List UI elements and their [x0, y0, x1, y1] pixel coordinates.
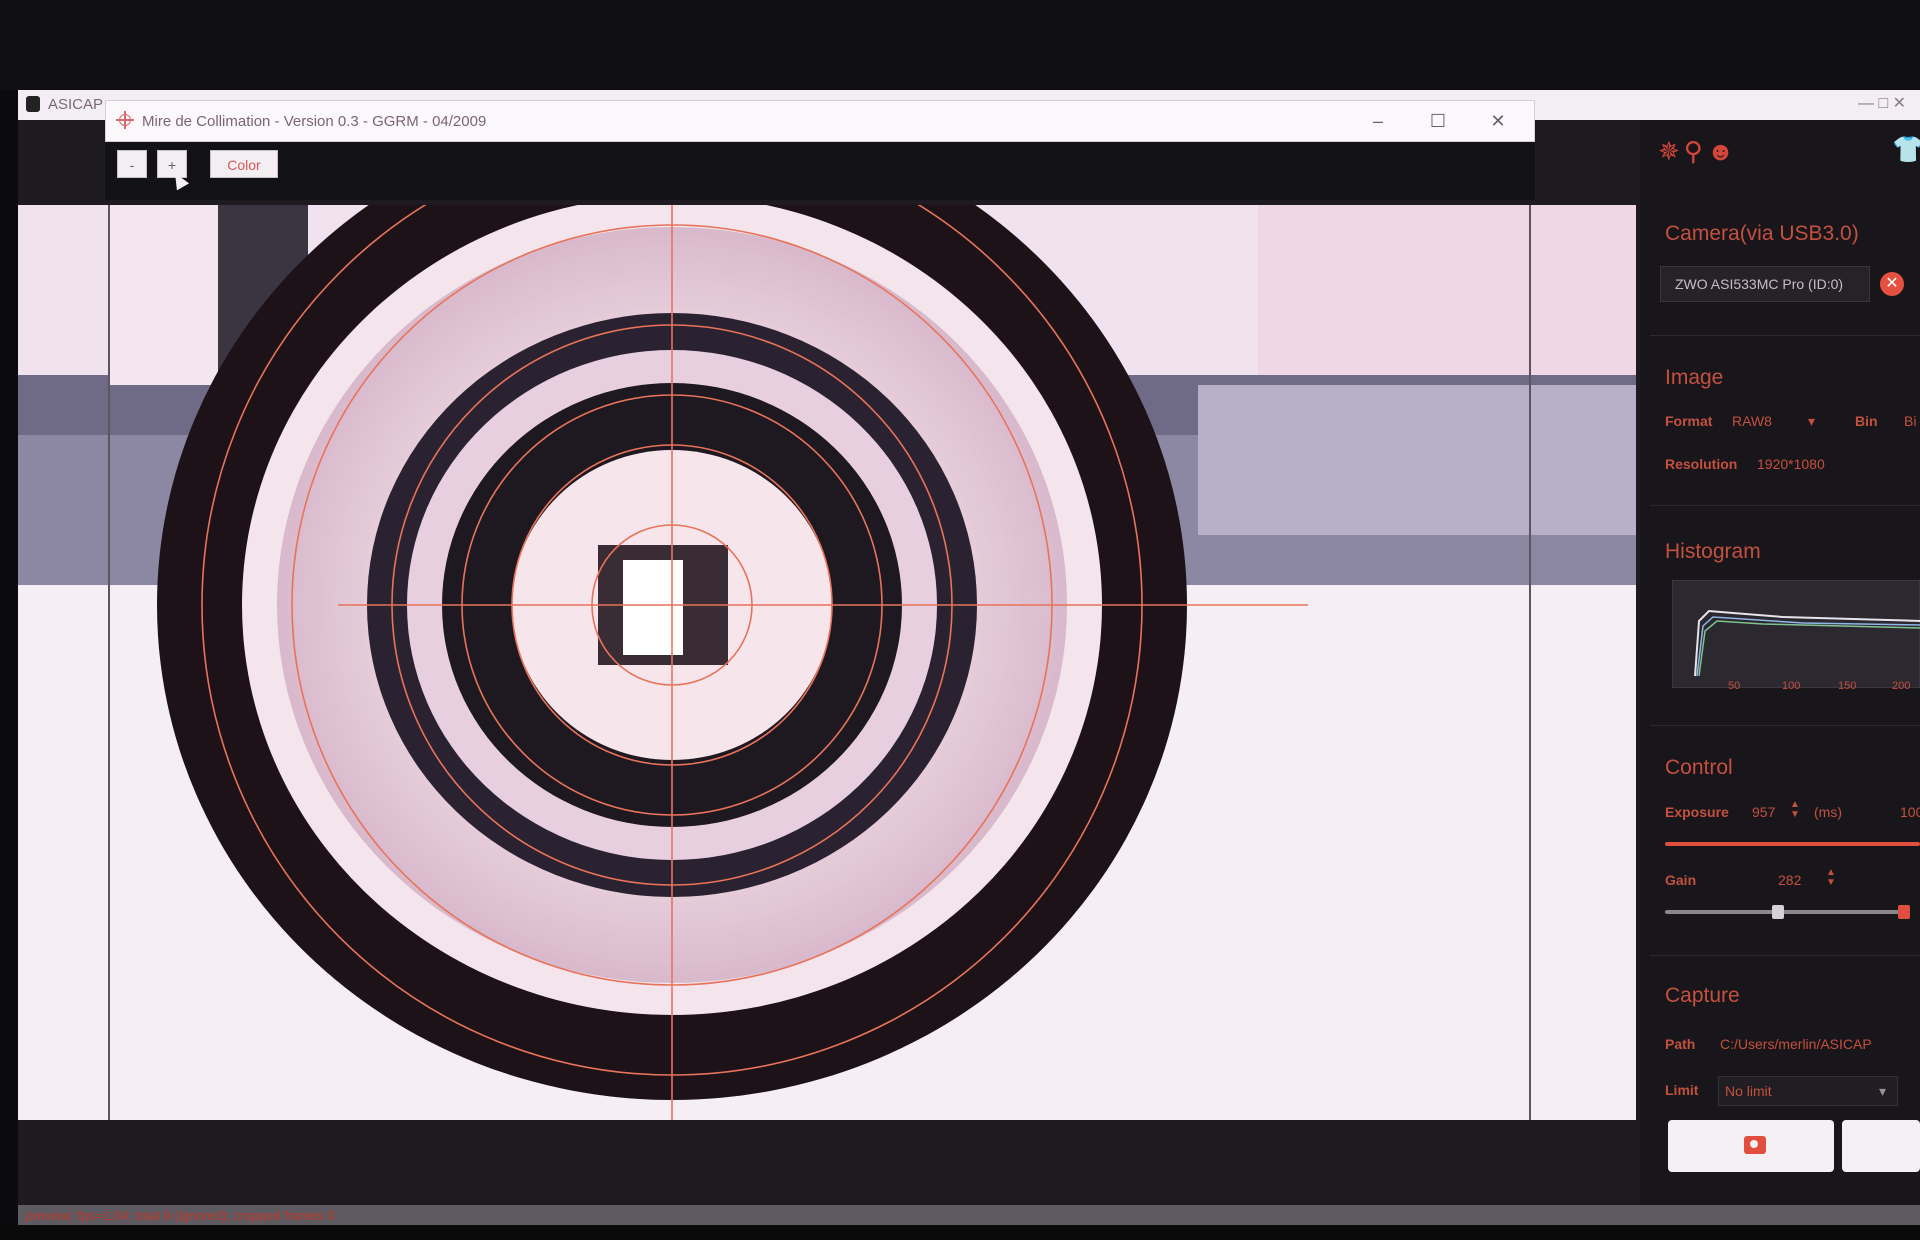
- resolution-value[interactable]: 1920*1080: [1757, 456, 1825, 472]
- exposure-input[interactable]: 957: [1752, 804, 1775, 820]
- limit-label: Limit: [1665, 1082, 1699, 1098]
- asicap-window-title: ASICAP: [48, 96, 104, 113]
- monitor-bezel-top: [0, 0, 1920, 90]
- zoom-out-button[interactable]: -: [117, 150, 147, 178]
- shirt-icon[interactable]: 👕: [1892, 134, 1920, 165]
- chevron-down-icon: ▾: [1879, 1083, 1887, 1099]
- path-field[interactable]: C:/Users/merlin/ASICAP: [1720, 1036, 1872, 1052]
- separator: [1650, 725, 1920, 726]
- gain-slider[interactable]: [1665, 910, 1905, 914]
- exposure-unit: (ms): [1814, 804, 1842, 820]
- asicap-logo-icon: [26, 96, 40, 112]
- histogram-curve: [1694, 609, 1920, 677]
- exposure-stepper-icon[interactable]: ▲ ▼: [1790, 800, 1800, 820]
- camera-device-field[interactable]: ZWO ASI533MC Pro (ID:0): [1660, 266, 1870, 302]
- preview-image: [18, 205, 1636, 1120]
- separator: [1650, 505, 1920, 506]
- histogram-tick: 200: [1892, 680, 1911, 692]
- histogram-tick: 50: [1728, 680, 1741, 692]
- status-bar: preview: fps=1.04; total 9 (ignored); cr…: [18, 1205, 1920, 1227]
- format-select[interactable]: RAW8: [1732, 413, 1772, 429]
- collimation-toolbar: - + Color: [105, 142, 1535, 200]
- exposure-label: Exposure: [1665, 804, 1729, 820]
- crosshair-icon: [116, 111, 134, 129]
- telescope-icon[interactable]: ⚲: [1684, 136, 1707, 167]
- collimation-window-title: Mire de Collimation - Version 0.3 - GGRM…: [142, 113, 487, 130]
- minimize-button[interactable]: –: [1356, 107, 1400, 135]
- format-label: Format: [1665, 413, 1713, 429]
- histogram-tick: 100: [1782, 680, 1801, 692]
- chevron-down-icon[interactable]: ▾: [1808, 413, 1815, 430]
- gain-slider-knob[interactable]: [1772, 905, 1784, 919]
- image-section-title: Image: [1665, 366, 1724, 389]
- maximize-button[interactable]: ☐: [1416, 107, 1460, 135]
- resolution-label: Resolution: [1665, 456, 1738, 472]
- record-video-button[interactable]: [1842, 1120, 1920, 1172]
- close-button[interactable]: ✕: [1476, 107, 1520, 135]
- gain-label: Gain: [1665, 872, 1697, 888]
- histogram-section-title: Histogram: [1665, 540, 1761, 563]
- gain-input[interactable]: 282: [1778, 872, 1801, 888]
- capture-section-title: Capture: [1665, 984, 1740, 1007]
- monitor-bezel-bottom: [0, 1225, 1920, 1240]
- bin-select[interactable]: Bi: [1904, 413, 1916, 429]
- user-icon[interactable]: ☻: [1707, 136, 1738, 167]
- limit-value: No limit: [1725, 1083, 1772, 1099]
- separator: [1650, 955, 1920, 956]
- settings-icon[interactable]: ✵: [1658, 136, 1684, 167]
- separator: [1650, 335, 1920, 336]
- exposure-max: 100: [1900, 804, 1920, 820]
- camera-section-title: Camera(via USB3.0): [1665, 222, 1859, 245]
- collimation-title-bar: Mire de Collimation - Version 0.3 - GGRM…: [105, 100, 1535, 142]
- capture-photo-button[interactable]: [1668, 1120, 1834, 1172]
- gain-stepper-icon[interactable]: ▲ ▼: [1826, 868, 1836, 888]
- color-button[interactable]: Color: [210, 150, 278, 178]
- control-section-title: Control: [1665, 756, 1733, 779]
- camera-preview: [18, 205, 1636, 1120]
- disconnect-camera-icon[interactable]: ✕: [1880, 272, 1904, 296]
- limit-select[interactable]: No limit ▾: [1718, 1076, 1898, 1106]
- path-label: Path: [1665, 1036, 1696, 1052]
- gain-auto-icon[interactable]: [1898, 905, 1910, 919]
- bin-label: Bin: [1855, 413, 1878, 429]
- exposure-slider[interactable]: [1665, 842, 1920, 846]
- asicap-window-controls[interactable]: — □ ✕: [1858, 93, 1906, 113]
- camera-icon: [1744, 1136, 1766, 1154]
- panel-toolbar-icons: ✵⚲☻: [1658, 136, 1738, 167]
- histogram-chart: [1672, 580, 1920, 688]
- camera-device-name: ZWO ASI533MC Pro (ID:0): [1675, 276, 1844, 292]
- histogram-tick: 150: [1838, 680, 1857, 692]
